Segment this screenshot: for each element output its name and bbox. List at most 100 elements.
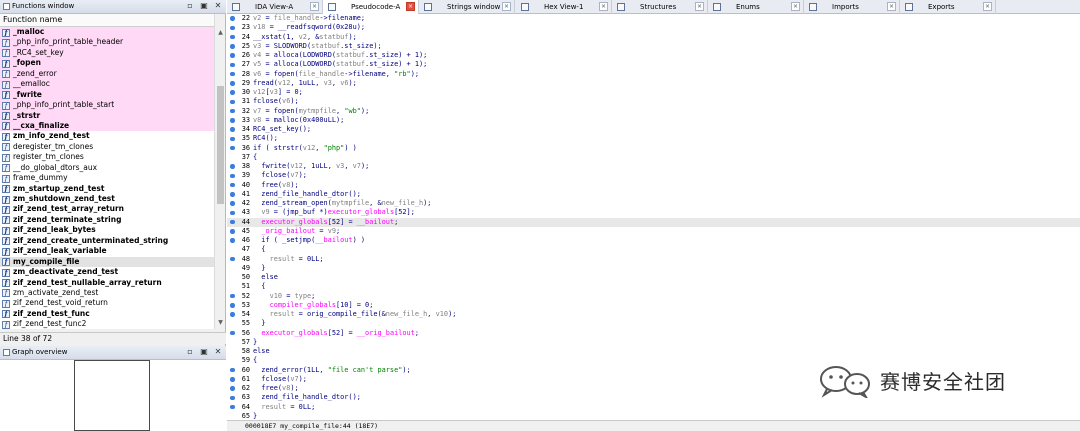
breakpoint-dot-icon[interactable]: [230, 210, 235, 216]
code-line[interactable]: 44 executor_globals[52] = __bailout;: [227, 217, 1080, 227]
code-line[interactable]: 45 _orig_bailout = v9;: [227, 227, 1080, 236]
code-text[interactable]: }: [253, 319, 265, 328]
code-line[interactable]: 23 v18 = __readfsqword(0x28u);: [227, 23, 1080, 32]
breakpoint-dot-icon[interactable]: [230, 136, 235, 142]
breakpoint-dot-icon[interactable]: [230, 201, 235, 206]
breakpoint-dot-icon[interactable]: [230, 293, 235, 299]
close-tab-icon[interactable]: ×: [983, 2, 992, 11]
code-text[interactable]: {: [253, 153, 257, 162]
close-tab-icon[interactable]: ×: [599, 2, 608, 11]
scroll-up-icon[interactable]: ▲: [216, 28, 225, 37]
code-line[interactable]: 28 v6 = fopen(file_handle->filename, "rb"…: [227, 70, 1080, 79]
breakpoint-dot-icon[interactable]: [230, 182, 235, 188]
code-text[interactable]: zend_file_handle_dtor();: [253, 393, 361, 402]
code-text[interactable]: __xstat(1, v2, &statbuf);: [253, 33, 357, 42]
graph-overview-titlebar[interactable]: Graph overview ▫ ▣ ✕: [0, 346, 226, 360]
function-list-item[interactable]: f zif_zend_leak_variable: [0, 246, 214, 256]
function-list-item[interactable]: f __cxa_finalize: [0, 120, 214, 132]
function-list-item[interactable]: f _RC4_set_key: [0, 47, 214, 59]
tab-exports[interactable]: Exports ×: [900, 0, 996, 14]
code-line[interactable]: 39 fclose(v7);: [227, 171, 1080, 180]
close-tab-icon[interactable]: ×: [695, 2, 704, 11]
breakpoint-dot-icon[interactable]: [230, 173, 235, 179]
functions-window-titlebar[interactable]: Functions window ▫ ▣ ✕: [0, 0, 226, 14]
close-tab-icon[interactable]: ×: [502, 2, 511, 11]
code-line[interactable]: 26 v4 = alloca(LODWORD(statbuf.st_size) +…: [227, 51, 1080, 60]
code-text[interactable]: result = 0LL;: [253, 255, 324, 264]
function-list-item[interactable]: f my_compile_file: [0, 256, 214, 268]
breakpoint-dot-icon[interactable]: [230, 164, 235, 169]
function-list-item[interactable]: f __do_global_dtors_aux: [0, 163, 214, 173]
function-list-item[interactable]: f zm_deactivate_zend_test: [0, 267, 214, 277]
code-line[interactable]: 29 fread(v12, 1uLL, v3, v6);: [227, 79, 1080, 88]
function-list-item[interactable]: f _zend_error: [0, 68, 214, 80]
float-window-icon[interactable]: ▫: [185, 1, 195, 11]
code-text[interactable]: v3 = SLODWORD(statbuf.st_size);: [253, 42, 382, 51]
breakpoint-dot-icon[interactable]: [230, 53, 235, 58]
function-list-item[interactable]: f deregister_tm_clones: [0, 142, 214, 152]
code-text[interactable]: fclose(v7);: [253, 171, 307, 180]
code-line[interactable]: 54 result = orig_compile_file(&new_file_…: [227, 310, 1080, 319]
breakpoint-dot-icon[interactable]: [230, 404, 235, 410]
code-text[interactable]: else: [253, 273, 278, 282]
function-list-item[interactable]: f zm_activate_zend_test: [0, 288, 214, 298]
code-text[interactable]: }: [253, 264, 265, 273]
tab-ida-view-a[interactable]: IDA View-A ×: [227, 0, 323, 14]
function-list-item[interactable]: f _malloc: [0, 27, 214, 38]
code-line[interactable]: 49 }: [227, 264, 1080, 273]
code-text[interactable]: }: [253, 338, 257, 347]
code-line[interactable]: 48 result = 0LL;: [227, 255, 1080, 264]
function-list-item[interactable]: f _php_info_print_table_header: [0, 37, 214, 48]
breakpoint-dot-icon[interactable]: [230, 219, 235, 225]
function-list-item[interactable]: f zif_zend_terminate_string: [0, 215, 214, 225]
code-text[interactable]: v12[v3] = 0;: [253, 88, 303, 97]
function-list-item[interactable]: f _fwrite: [0, 89, 214, 101]
code-line[interactable]: 53 compiler_globals[10] = 0;: [227, 301, 1080, 310]
function-list-item[interactable]: f _fopen: [0, 58, 214, 69]
breakpoint-dot-icon[interactable]: [230, 81, 235, 86]
code-line[interactable]: 25 v3 = SLODWORD(statbuf.st_size);: [227, 42, 1080, 51]
code-line[interactable]: 64 result = 0LL;: [227, 403, 1080, 412]
close-window-icon[interactable]: ✕: [213, 1, 223, 11]
code-text[interactable]: fclose(v6);: [253, 97, 299, 106]
breakpoint-dot-icon[interactable]: [230, 229, 235, 234]
code-text[interactable]: _orig_bailout = v9;: [253, 227, 340, 236]
code-line[interactable]: 55 }: [227, 319, 1080, 328]
breakpoint-dot-icon[interactable]: [230, 62, 235, 68]
code-line[interactable]: 57}: [227, 338, 1080, 347]
float-window-icon[interactable]: ▫: [185, 347, 195, 357]
code-text[interactable]: fclose(v7);: [253, 375, 307, 384]
code-text[interactable]: v9 = (jmp_buf *)executor_globals[52];: [253, 208, 415, 217]
code-line[interactable]: 32 v7 = fopen(mytmpfile, "wb");: [227, 107, 1080, 116]
breakpoint-dot-icon[interactable]: [230, 71, 235, 77]
breakpoint-dot-icon[interactable]: [230, 238, 235, 243]
code-line[interactable]: 47 {: [227, 245, 1080, 254]
code-text[interactable]: v4 = alloca(LODWORD(statbuf.st_size) + 1…: [253, 51, 427, 60]
breakpoint-dot-icon[interactable]: [230, 44, 235, 49]
code-line[interactable]: 52 v10 = type;: [227, 292, 1080, 301]
code-text[interactable]: if ( strstr(v12, "php") ): [253, 144, 357, 153]
code-line[interactable]: 38 fwrite(v12, 1uLL, v3, v7);: [227, 162, 1080, 171]
code-line[interactable]: 58 else: [227, 347, 1080, 356]
code-line[interactable]: 36 if ( strstr(v12, "php") ): [227, 144, 1080, 153]
restore-window-icon[interactable]: ▣: [199, 347, 209, 357]
code-line[interactable]: 30 v12[v3] = 0;: [227, 88, 1080, 97]
function-list-item[interactable]: f _strstr: [0, 110, 214, 121]
breakpoint-dot-icon[interactable]: [230, 127, 235, 132]
code-text[interactable]: RC4();: [253, 134, 278, 143]
breakpoint-dot-icon[interactable]: [230, 145, 235, 151]
code-line[interactable]: 50 else: [227, 273, 1080, 282]
tab-pseudocode-a[interactable]: Pseudocode-A ×: [323, 0, 419, 14]
breakpoint-dot-icon[interactable]: [230, 367, 235, 373]
breakpoint-dot-icon[interactable]: [230, 108, 235, 114]
function-list-item[interactable]: f zif_zend_test_func2: [0, 319, 214, 329]
code-text[interactable]: zend_error(1LL, "file can't parse");: [253, 366, 410, 375]
tab-imports[interactable]: Imports ×: [804, 0, 900, 14]
code-text[interactable]: {: [253, 356, 257, 365]
breakpoint-dot-icon[interactable]: [230, 99, 235, 105]
tab-enums[interactable]: Enums ×: [708, 0, 804, 14]
function-list-item[interactable]: f zif_zend_test_void_return: [0, 298, 214, 308]
code-line[interactable]: 35 RC4();: [227, 134, 1080, 143]
breakpoint-dot-icon[interactable]: [230, 90, 235, 95]
tab-strings-window[interactable]: Strings window ×: [419, 0, 515, 14]
